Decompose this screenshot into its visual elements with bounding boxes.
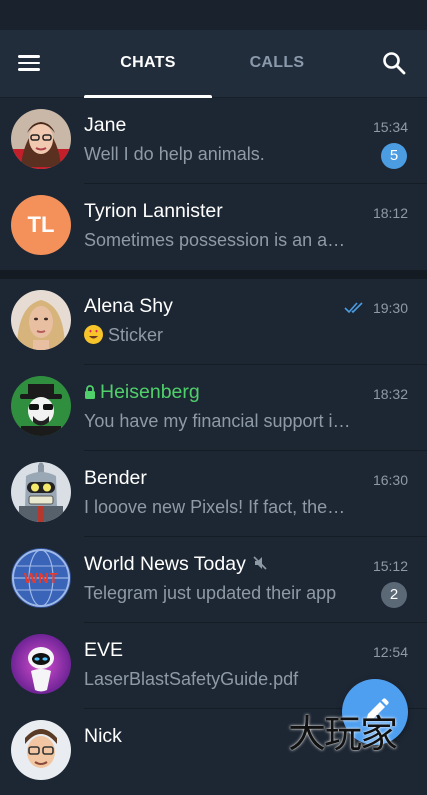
chat-name: Jane xyxy=(84,114,127,136)
world-news-avatar: WNT xyxy=(11,548,71,608)
chat-preview: Sometimes possession is an abstract conc… xyxy=(84,230,354,250)
unread-badge: 5 xyxy=(381,143,407,169)
chat-name: Nick xyxy=(84,725,122,747)
tab-calls[interactable]: CALLS xyxy=(213,30,341,97)
chat-name: Heisenberg xyxy=(84,381,200,404)
secret-chat-name: Heisenberg xyxy=(100,381,200,403)
message-text: Sticker xyxy=(108,325,164,345)
chat-preview: LaserBlastSafetyGuide.pdf xyxy=(84,669,299,689)
chat-row-heisenberg[interactable]: Heisenberg You have my financial support… xyxy=(0,365,427,451)
mute-icon xyxy=(253,556,267,570)
chat-name: Bender xyxy=(84,467,147,489)
chat-name: EVE xyxy=(84,639,124,661)
chat-row-world-news[interactable]: WNT World News Today Telegram just updat… xyxy=(0,537,427,623)
chat-time: 16:30 xyxy=(372,472,408,488)
chat-time: 19:30 xyxy=(372,300,408,316)
chat-row-jane[interactable]: Jane Well I do help animals. 15:34 5 xyxy=(0,98,427,184)
unread-badge: 2 xyxy=(381,582,407,608)
svg-text:WNT: WNT xyxy=(24,570,58,587)
menu-icon[interactable] xyxy=(16,51,46,75)
section-divider xyxy=(0,270,427,279)
chat-time: 18:12 xyxy=(372,205,408,221)
read-checkmarks-icon xyxy=(344,302,363,314)
bender-avatar xyxy=(11,462,71,522)
chat-preview: I looove new Pixels! If fact, they are s… xyxy=(84,497,354,517)
chat-preview: You have my financial support if you nee… xyxy=(84,411,354,431)
chat-row-alena[interactable]: Alena Shy 19:30 Sticker xyxy=(0,279,427,365)
lock-icon xyxy=(85,385,95,399)
chat-row-bender[interactable]: Bender I looove new Pixels! If fact, the… xyxy=(0,451,427,537)
status-bar xyxy=(0,0,427,30)
chat-time: 15:34 xyxy=(372,119,408,135)
watermark: 大玩家 xyxy=(288,712,398,756)
chat-name: Alena Shy xyxy=(84,295,173,317)
alena-avatar xyxy=(11,290,71,350)
tyrion-avatar: TL xyxy=(11,195,71,255)
chat-preview: Well I do help animals. xyxy=(84,144,265,164)
chat-time: 15:12 xyxy=(372,558,408,574)
jane-avatar xyxy=(11,109,71,169)
chat-name: World News Today xyxy=(84,553,268,576)
chat-time: 18:32 xyxy=(372,386,408,402)
tab-chats[interactable]: CHATS xyxy=(84,30,212,97)
heart-eyes-emoji-icon xyxy=(84,325,103,344)
nick-avatar xyxy=(11,720,71,780)
chat-row-tyrion[interactable]: TL Tyrion Lannister Sometimes possession… xyxy=(0,184,427,270)
heisenberg-avatar xyxy=(11,376,71,436)
chat-preview: Sticker xyxy=(84,325,354,346)
chat-time: 12:54 xyxy=(372,644,408,660)
channel-name: World News Today xyxy=(84,553,246,575)
chat-preview: Telegram just updated their app xyxy=(84,583,337,603)
eve-avatar xyxy=(11,634,71,694)
top-app-bar: CHATS CALLS xyxy=(0,30,427,98)
chat-name: Tyrion Lannister xyxy=(84,200,223,222)
search-icon[interactable] xyxy=(381,50,407,76)
